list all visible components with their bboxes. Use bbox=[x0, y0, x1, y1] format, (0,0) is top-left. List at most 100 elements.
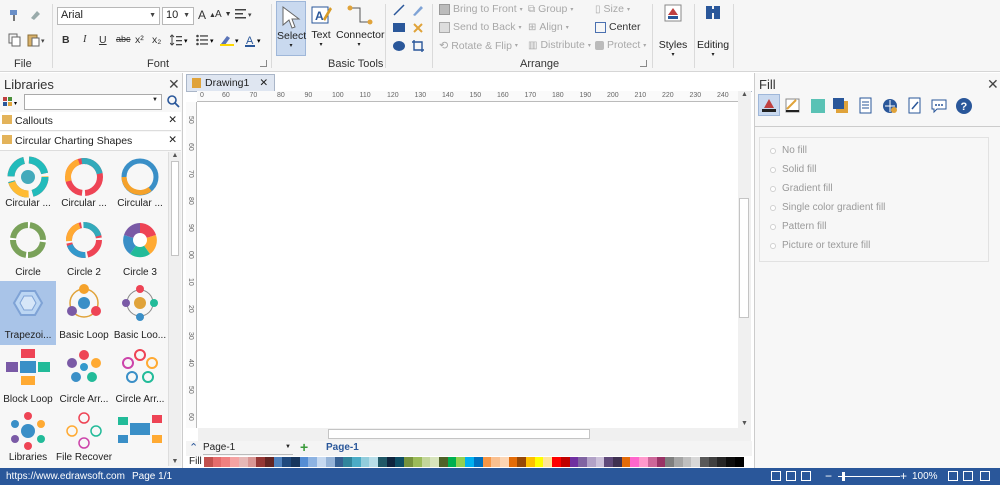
color-swatch[interactable] bbox=[369, 457, 379, 467]
status-url[interactable]: https://www.edrawsoft.com bbox=[6, 471, 125, 482]
color-swatch[interactable] bbox=[578, 457, 587, 467]
color-swatch[interactable] bbox=[639, 457, 648, 467]
ellipse-icon[interactable] bbox=[392, 39, 406, 53]
fit-width-icon[interactable] bbox=[963, 471, 973, 481]
scrollbar-thumb[interactable] bbox=[739, 198, 749, 318]
color-swatch[interactable] bbox=[499, 457, 509, 467]
color-swatch[interactable] bbox=[613, 457, 622, 467]
color-swatch[interactable] bbox=[508, 457, 518, 467]
color-swatch[interactable] bbox=[656, 457, 666, 467]
color-swatch[interactable] bbox=[317, 457, 326, 467]
protect-button[interactable]: Protect ▾ bbox=[595, 39, 646, 51]
color-swatch[interactable] bbox=[743, 457, 753, 467]
color-swatch[interactable] bbox=[438, 457, 448, 467]
library-category[interactable]: Circular Charting Shapes ✕ bbox=[0, 132, 181, 151]
color-swatch[interactable] bbox=[552, 457, 561, 467]
grow-font-button[interactable]: A ▲ bbox=[198, 8, 216, 22]
close-icon[interactable]: ✕ bbox=[168, 76, 180, 93]
color-swatch[interactable] bbox=[560, 457, 570, 467]
size-button[interactable]: ▯ Size ▾ bbox=[595, 3, 630, 15]
color-swatch[interactable] bbox=[430, 457, 439, 467]
align-text-button[interactable]: ▾ bbox=[235, 8, 255, 20]
color-swatch[interactable] bbox=[212, 457, 222, 467]
fill-option-no-fill[interactable]: No fill bbox=[770, 145, 807, 156]
color-swatch[interactable] bbox=[421, 457, 431, 467]
font-dialog-launcher-icon[interactable] bbox=[260, 60, 267, 67]
zoom-out-button[interactable]: − bbox=[825, 469, 832, 483]
shape-thumbnail[interactable]: Circle 3 bbox=[112, 218, 168, 280]
tab-drawing1[interactable]: Drawing1 ✕ bbox=[186, 74, 276, 91]
shrink-font-button[interactable]: A ▼ bbox=[215, 9, 232, 20]
pen-icon[interactable] bbox=[411, 3, 425, 17]
shape-thumbnail[interactable] bbox=[112, 409, 168, 466]
scrollbar-thumb[interactable] bbox=[171, 161, 179, 256]
zoom-slider[interactable] bbox=[838, 476, 900, 477]
paste-icon[interactable]: ▾ bbox=[27, 33, 47, 47]
color-swatch[interactable] bbox=[569, 457, 579, 467]
line-spacing-icon[interactable]: ▾ bbox=[170, 34, 190, 46]
bullets-icon[interactable]: ▾ bbox=[196, 34, 216, 46]
color-swatch[interactable] bbox=[465, 457, 474, 467]
align-button[interactable]: ⊞ Align ▾ bbox=[528, 21, 569, 33]
fit-window-icon[interactable] bbox=[948, 471, 958, 481]
color-swatch[interactable] bbox=[325, 457, 335, 467]
web-view-icon[interactable] bbox=[801, 471, 811, 481]
fullscreen-icon[interactable] bbox=[980, 471, 990, 481]
color-swatch[interactable] bbox=[395, 457, 405, 467]
color-swatch[interactable] bbox=[230, 457, 239, 467]
color-swatch[interactable] bbox=[360, 457, 370, 467]
color-swatch[interactable] bbox=[456, 457, 466, 467]
fill-option-pattern[interactable]: Pattern fill bbox=[770, 221, 826, 232]
color-swatch[interactable] bbox=[595, 457, 605, 467]
document-tab-icon[interactable] bbox=[857, 97, 875, 115]
font-size-combo[interactable]: 10 ▼ bbox=[162, 7, 194, 25]
color-swatch[interactable] bbox=[291, 457, 300, 467]
library-menu-icon[interactable]: ▾ bbox=[3, 96, 21, 108]
bold-button[interactable]: B bbox=[62, 34, 70, 46]
color-swatch[interactable] bbox=[221, 457, 231, 467]
color-swatch[interactable] bbox=[726, 457, 735, 467]
rotate-flip-button[interactable]: ⟲ Rotate & Flip ▾ bbox=[439, 39, 518, 53]
shape-thumbnail[interactable]: Block Loop bbox=[0, 345, 56, 407]
color-swatch[interactable] bbox=[204, 457, 213, 467]
fill-option-picture[interactable]: Picture or texture fill bbox=[770, 240, 870, 251]
comment-tab-icon[interactable] bbox=[930, 97, 948, 115]
zoom-slider-thumb[interactable] bbox=[842, 472, 845, 481]
scrollbar-thumb[interactable] bbox=[328, 429, 590, 439]
shape-thumbnail[interactable]: Circular ... bbox=[112, 154, 168, 216]
cross-icon[interactable] bbox=[411, 21, 425, 35]
center-button[interactable]: Center bbox=[595, 21, 641, 33]
color-swatch[interactable] bbox=[526, 457, 535, 467]
close-icon[interactable]: ✕ bbox=[168, 134, 177, 146]
distribute-button[interactable]: ▥ Distribute ▾ bbox=[528, 39, 591, 51]
fill-option-solid[interactable]: Solid fill bbox=[770, 164, 816, 175]
color-swatch[interactable] bbox=[351, 457, 361, 467]
color-swatch[interactable] bbox=[665, 457, 674, 467]
color-swatch[interactable] bbox=[386, 457, 396, 467]
help-icon[interactable]: ? bbox=[955, 97, 973, 115]
rectangle-icon[interactable] bbox=[392, 21, 406, 33]
shadow-tab-icon[interactable] bbox=[809, 97, 827, 115]
font-color-icon[interactable]: A ▾ bbox=[245, 34, 265, 48]
layers-tab-icon[interactable] bbox=[832, 97, 850, 115]
line-tab-icon[interactable] bbox=[784, 97, 802, 115]
close-icon[interactable]: ✕ bbox=[987, 76, 999, 93]
collapse-icon[interactable]: ⌃ bbox=[189, 441, 198, 454]
color-swatch[interactable] bbox=[334, 457, 344, 467]
active-page-tab[interactable]: Page-1 bbox=[326, 442, 359, 453]
group-button[interactable]: ⧉ Group ▾ bbox=[528, 3, 573, 15]
highlight-icon[interactable]: ▾ bbox=[220, 34, 242, 46]
color-swatch[interactable] bbox=[700, 457, 709, 467]
superscript-button[interactable]: x² bbox=[135, 34, 144, 46]
color-swatch[interactable] bbox=[630, 457, 640, 467]
color-swatch[interactable] bbox=[734, 457, 744, 467]
fill-tab-icon[interactable] bbox=[758, 94, 780, 116]
color-swatch[interactable] bbox=[412, 457, 422, 467]
bring-to-front-button[interactable]: Bring to Front ▾ bbox=[439, 3, 523, 15]
paintbrush-icon[interactable] bbox=[8, 8, 22, 22]
add-page-icon[interactable]: + bbox=[300, 439, 308, 455]
color-swatch[interactable] bbox=[378, 457, 387, 467]
shape-thumbnail[interactable]: Circle Arr... bbox=[112, 345, 168, 407]
canvas-vertical-scrollbar[interactable]: ▲ ▼ bbox=[738, 91, 751, 428]
crop-icon[interactable] bbox=[411, 39, 425, 53]
